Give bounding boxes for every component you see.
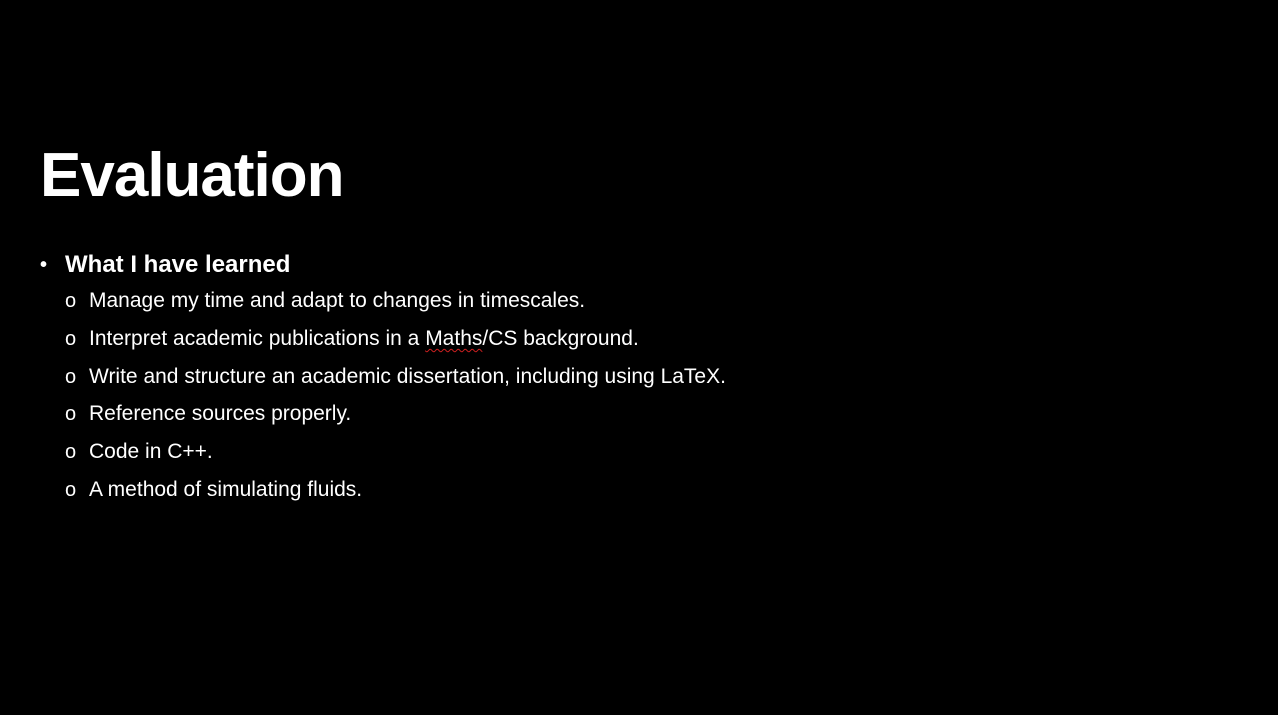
sub-item-text-before: Interpret academic publications in a <box>89 326 426 350</box>
sub-item-text-after: /CS background. <box>482 326 639 350</box>
spellcheck-flagged-word: Maths <box>425 326 483 350</box>
sub-marker: o <box>65 478 77 501</box>
sub-marker: o <box>65 403 77 426</box>
sub-marker: o <box>65 441 77 464</box>
sub-item-text: Reference sources properly. <box>89 402 352 426</box>
bullet-item: • What I have learned <box>40 248 1240 282</box>
sub-item-time-management: o Manage my time and adapt to changes in… <box>40 286 1240 324</box>
sub-marker: o <box>65 327 77 350</box>
sub-item-text: Interpret academic publications in a Mat… <box>89 324 639 354</box>
slide-content: • What I have learned o Manage my time a… <box>40 248 1240 513</box>
sub-item-dissertation: o Write and structure an academic disser… <box>40 362 1240 400</box>
sub-marker: o <box>65 365 77 388</box>
bullet-label: What I have learned <box>65 251 291 278</box>
sub-item-text: A method of simulating fluids. <box>89 477 363 501</box>
sub-item-text: Code in C++. <box>89 440 213 464</box>
slide: Evaluation • What I have learned o Manag… <box>0 0 1278 715</box>
sub-item-text: Manage my time and adapt to changes in t… <box>89 289 586 312</box>
sub-list: o Manage my time and adapt to changes in… <box>40 286 1240 513</box>
sub-item-references: o Reference sources properly. <box>40 399 1240 437</box>
bullet-marker: • <box>40 254 48 276</box>
sub-item-text: Write and structure an academic disserta… <box>89 364 726 388</box>
sub-item-publications: o Interpret academic publications in a M… <box>40 324 1240 362</box>
sub-item-cpp: o Code in C++. <box>40 437 1240 475</box>
sub-marker: o <box>65 290 77 312</box>
slide-title: Evaluation <box>40 141 345 210</box>
sub-item-fluids: o A method of simulating fluids. <box>40 475 1240 513</box>
